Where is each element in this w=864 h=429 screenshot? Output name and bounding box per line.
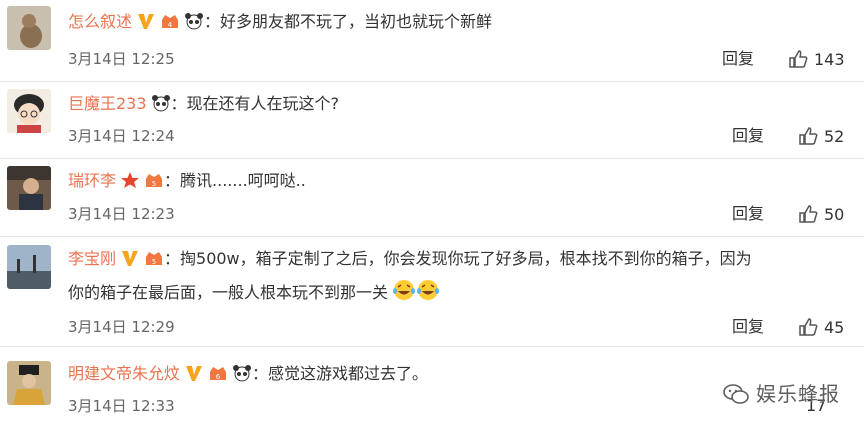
comment-date: 3月14日 12:23 xyxy=(68,205,175,223)
comment-text: ：掏500w，箱子定制了之后，你会发现你玩了好多局，根本找不到你的箱子，因为 xyxy=(164,249,752,268)
reply-button[interactable]: 回复 xyxy=(732,126,764,146)
username[interactable]: 李宝刚 xyxy=(68,249,116,268)
member-crown-icon: 4 xyxy=(160,12,180,38)
username[interactable]: 瑞环李 xyxy=(68,171,116,190)
watermark: 娱乐蜂报 xyxy=(722,378,840,407)
member-crown-icon: 5 xyxy=(144,171,164,197)
panda-icon xyxy=(232,364,252,390)
username[interactable]: 怎么叙述 xyxy=(68,12,132,31)
avatar[interactable] xyxy=(7,166,51,210)
member-crown-icon: 5 xyxy=(144,249,164,275)
like-button[interactable]: 52 xyxy=(798,126,844,147)
username[interactable]: 巨魔王233 xyxy=(68,94,147,113)
avatar[interactable] xyxy=(7,6,51,50)
thumbs-up-icon xyxy=(799,127,818,145)
like-button[interactable]: 50 xyxy=(798,204,844,225)
comment-date: 3月14日 12:24 xyxy=(68,127,175,145)
wechat-icon xyxy=(723,384,749,404)
thumbs-up-icon xyxy=(789,50,808,68)
comment-text-continued: 你的箱子在最后面，一般人根本玩不到那一关 xyxy=(68,283,389,302)
comment-date: 3月14日 12:33 xyxy=(68,397,175,415)
reply-button[interactable]: 回复 xyxy=(722,49,754,69)
comment-text: ：腾讯.......呵呵哒.. xyxy=(164,171,306,190)
comment-item: 巨魔王233 ：现在还有人在玩这个? 3月14日 12:24 回复 52 xyxy=(0,82,864,159)
watermark-text: 娱乐蜂报 xyxy=(756,382,840,406)
panda-icon xyxy=(151,94,171,120)
panda-icon xyxy=(184,12,204,38)
username[interactable]: 明建文帝朱允炆 xyxy=(68,364,180,383)
comment-date: 3月14日 12:25 xyxy=(68,50,175,68)
avatar[interactable] xyxy=(7,361,51,405)
avatar[interactable] xyxy=(7,89,51,133)
vip-v-icon xyxy=(120,249,140,275)
reply-button[interactable]: 回复 xyxy=(732,317,764,337)
laughing-tears-emoji-icon xyxy=(392,279,416,309)
like-count: 50 xyxy=(824,205,845,224)
comment-item: 瑞环李 5 ：腾讯.......呵呵哒.. 3月14日 12:23 回复 50 xyxy=(0,159,864,237)
avatar[interactable] xyxy=(7,245,51,289)
comment-text: ：好多朋友都不玩了，当初也就玩个新鲜 xyxy=(204,12,493,31)
vip-v-icon xyxy=(184,364,204,390)
vip-v-icon xyxy=(136,12,156,38)
comment-item: 李宝刚 5 ：掏500w，箱子定制了之后，你会发现你玩了好多局，根本找不到你的箱子，… xyxy=(0,237,864,347)
comment-item: 怎么叙述 4 ：好多朋友都不玩了，当初也就玩个新鲜 3月14日 12:25 回复 1… xyxy=(0,0,864,82)
reply-button[interactable]: 回复 xyxy=(732,204,764,224)
svg-text:4: 4 xyxy=(168,21,173,29)
star-badge-icon xyxy=(120,171,140,197)
comment-text: ：感觉这游戏都过去了。 xyxy=(252,364,429,383)
like-count: 52 xyxy=(824,127,845,146)
svg-text:5: 5 xyxy=(152,180,156,188)
thumbs-up-icon xyxy=(799,318,818,336)
like-count: 45 xyxy=(824,318,845,337)
laughing-tears-emoji-icon xyxy=(416,279,440,309)
thumbs-up-icon xyxy=(799,205,818,223)
comment-text: ：现在还有人在玩这个? xyxy=(170,94,340,113)
svg-text:6: 6 xyxy=(216,373,221,381)
comment-date: 3月14日 12:29 xyxy=(68,318,175,336)
like-button[interactable]: 143 xyxy=(788,49,845,70)
like-count: 143 xyxy=(814,50,845,69)
like-button[interactable]: 45 xyxy=(798,317,844,338)
member-crown-icon: 6 xyxy=(208,364,228,390)
svg-text:5: 5 xyxy=(152,258,156,266)
